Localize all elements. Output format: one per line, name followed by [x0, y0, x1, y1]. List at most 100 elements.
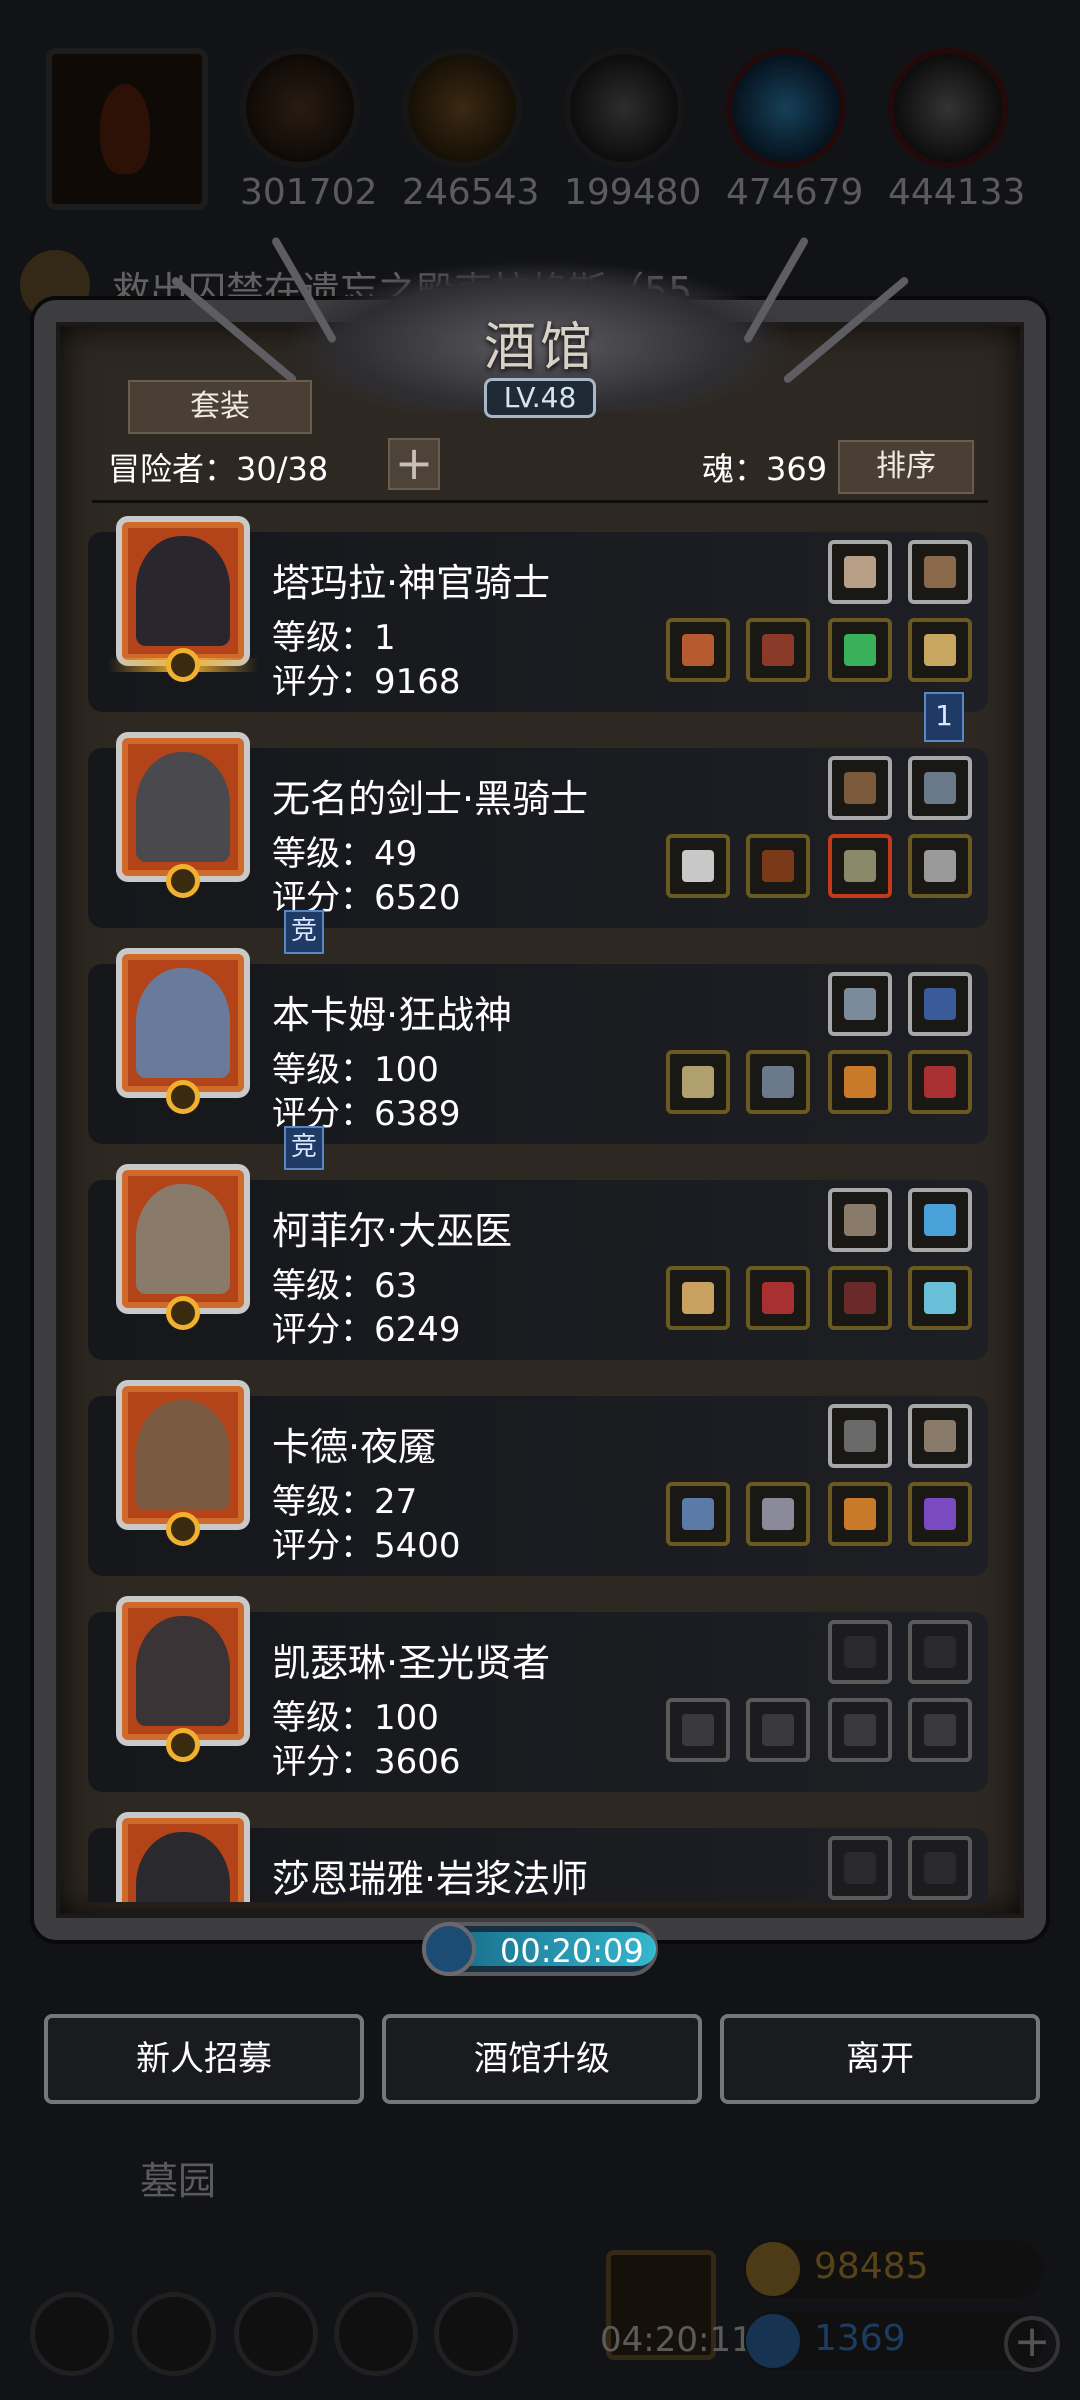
resource-crystal[interactable]: 474679 — [726, 48, 863, 213]
hero-level: 等级：1 — [272, 618, 396, 658]
hero-portrait[interactable] — [116, 1164, 250, 1330]
empty-equipment-slot[interactable] — [828, 1620, 892, 1684]
resource-wood[interactable]: 246543 — [402, 48, 539, 213]
divider — [92, 500, 988, 503]
empty-equipment-slot[interactable] — [908, 1836, 972, 1900]
equipment-icon — [844, 988, 876, 1020]
equipment-slot[interactable] — [828, 1050, 892, 1114]
equipment-slot[interactable] — [828, 1404, 892, 1468]
player-avatar[interactable] — [46, 48, 208, 210]
equipment-slot[interactable] — [908, 1188, 972, 1252]
hero-list[interactable]: 塔玛拉·神官骑士 等级：1 评分：9168 无名的剑士·黑骑士 等级：49 评分：6520… — [88, 512, 992, 1902]
empty-equipment-slot[interactable] — [828, 1698, 892, 1762]
hero-portrait[interactable] — [116, 1380, 250, 1546]
equipment-icon — [762, 850, 794, 882]
equipment-icon — [924, 850, 956, 882]
equipment-slot[interactable] — [908, 618, 972, 682]
equipment-slot[interactable] — [828, 834, 892, 898]
equipment-icon — [682, 1066, 714, 1098]
empty-equipment-slot[interactable] — [746, 1698, 810, 1762]
iron-icon — [564, 48, 684, 168]
equipment-icon — [924, 988, 956, 1020]
moon-icon — [166, 1728, 200, 1762]
hero-card[interactable]: 凯瑟琳·圣光贤者 等级：100 评分：3606 — [88, 1596, 988, 1792]
equipment-slot[interactable] — [828, 618, 892, 682]
empty-equipment-slot[interactable] — [666, 1698, 730, 1762]
equipment-slot[interactable] — [828, 756, 892, 820]
adventurer-count: 冒险者：30/38 — [108, 450, 329, 488]
nav-button[interactable] — [334, 2292, 418, 2376]
leather-icon — [240, 48, 360, 168]
resource-leather[interactable]: 301702 — [240, 48, 377, 213]
hero-name: 凯瑟琳·圣光贤者 — [272, 1641, 551, 1685]
equipment-slot[interactable] — [746, 1482, 810, 1546]
equipment-icon — [924, 634, 956, 666]
equipment-icon — [924, 1066, 956, 1098]
resource-stone[interactable]: 444133 — [888, 48, 1025, 213]
equipment-slot[interactable] — [908, 1050, 972, 1114]
hero-card[interactable]: 卡德·夜魇 等级：27 评分：5400 — [88, 1380, 988, 1576]
hero-card[interactable]: 本卡姆·狂战神 等级：100 评分：6389 — [88, 948, 988, 1144]
equipment-icon — [844, 1066, 876, 1098]
equipment-slot[interactable] — [908, 972, 972, 1036]
equipment-slot[interactable] — [746, 834, 810, 898]
timer-text: 00:20:09 — [500, 1932, 644, 1970]
equipment-slot[interactable] — [746, 618, 810, 682]
hero-card[interactable]: 莎恩瑞雅·岩浆法师 — [88, 1812, 988, 1902]
hero-portrait[interactable] — [116, 1596, 250, 1762]
equipment-slot[interactable] — [908, 756, 972, 820]
empty-equipment-slot[interactable] — [908, 1620, 972, 1684]
equipment-slot[interactable] — [666, 618, 730, 682]
soul-count: 魂：369 — [702, 450, 828, 488]
compete-tag: 竞 — [284, 1126, 324, 1170]
equipment-slot[interactable] — [666, 1050, 730, 1114]
equipment-slot[interactable] — [746, 1266, 810, 1330]
equipment-slot[interactable] — [666, 834, 730, 898]
equipment-slot[interactable] — [828, 1266, 892, 1330]
empty-equipment-slot[interactable] — [908, 1698, 972, 1762]
equipment-icon — [844, 1636, 876, 1668]
hero-card[interactable]: 塔玛拉·神官骑士 等级：1 评分：9168 — [88, 516, 988, 712]
hero-card[interactable]: 柯菲尔·大巫医 等级：63 评分：6249 — [88, 1164, 988, 1360]
equipment-slot[interactable] — [828, 972, 892, 1036]
equipment-slot[interactable] — [908, 1266, 972, 1330]
hero-name: 塔玛拉·神官骑士 — [272, 561, 551, 605]
moon-icon — [166, 648, 200, 682]
recruit-button[interactable]: 新人招募 — [44, 2014, 364, 2104]
add-slot-button[interactable]: + — [388, 438, 440, 490]
hero-level: 等级：27 — [272, 1482, 418, 1522]
nav-button[interactable] — [434, 2292, 518, 2376]
stone-icon — [888, 48, 1008, 168]
hero-portrait[interactable] — [116, 732, 250, 898]
equipment-slot[interactable] — [746, 1050, 810, 1114]
nav-button[interactable] — [30, 2292, 114, 2376]
equipment-icon — [924, 1420, 956, 1452]
equipment-slot[interactable] — [666, 1482, 730, 1546]
hero-level: 等级：49 — [272, 834, 418, 874]
equipment-slot[interactable] — [908, 1404, 972, 1468]
equipment-icon — [844, 1852, 876, 1884]
equipment-slot[interactable] — [828, 540, 892, 604]
bottom-nav — [0, 2280, 1080, 2400]
resource-bar: 301702 246543 199480 474679 444133 — [0, 40, 1080, 220]
hero-portrait[interactable] — [116, 948, 250, 1114]
set-button[interactable]: 套装 — [128, 380, 312, 434]
hero-score: 评分：3606 — [272, 1742, 461, 1782]
nav-button[interactable] — [234, 2292, 318, 2376]
equipment-slot[interactable] — [828, 1188, 892, 1252]
leave-button[interactable]: 离开 — [720, 2014, 1040, 2104]
hero-portrait[interactable] — [108, 516, 258, 682]
hero-card[interactable]: 无名的剑士·黑骑士 等级：49 评分：6520 — [88, 732, 988, 928]
equipment-slot[interactable] — [828, 1482, 892, 1546]
equipment-slot[interactable] — [908, 1482, 972, 1546]
sort-button[interactable]: 排序 — [838, 440, 974, 494]
equipment-slot[interactable] — [908, 834, 972, 898]
resource-iron[interactable]: 199480 — [564, 48, 701, 213]
equipment-slot[interactable] — [908, 540, 972, 604]
empty-equipment-slot[interactable] — [828, 1836, 892, 1900]
nav-button[interactable] — [132, 2292, 216, 2376]
moon-icon — [166, 864, 200, 898]
upgrade-tavern-button[interactable]: 酒馆升级 — [382, 2014, 702, 2104]
hero-portrait[interactable] — [116, 1812, 250, 1902]
equipment-slot[interactable] — [666, 1266, 730, 1330]
